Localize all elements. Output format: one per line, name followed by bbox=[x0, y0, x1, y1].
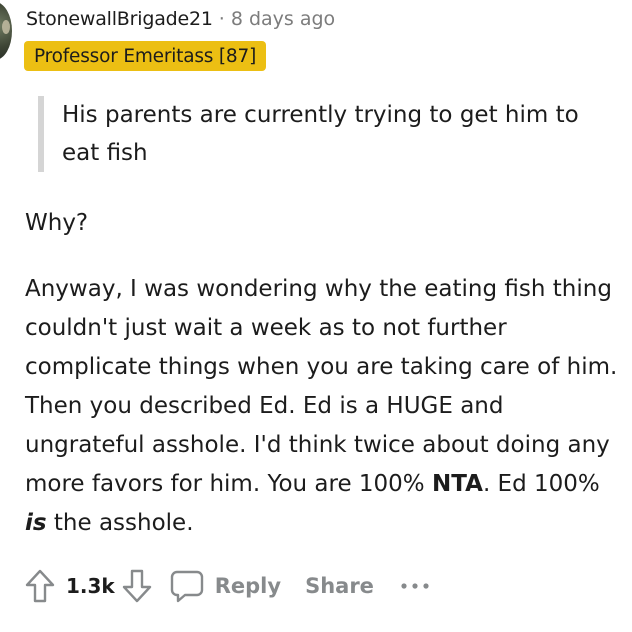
comment-timestamp[interactable]: 8 days ago bbox=[231, 8, 335, 30]
upvote-button[interactable] bbox=[22, 566, 58, 606]
reply-button[interactable]: Reply bbox=[169, 568, 281, 604]
author-username[interactable]: StonewallBrigade21 bbox=[26, 8, 213, 30]
comment-action-bar: 1.3k Reply Share bbox=[22, 564, 430, 608]
share-button[interactable]: Share bbox=[305, 574, 374, 598]
user-flair-badge: Professor Emeritass [87] bbox=[24, 41, 267, 71]
vote-score: 1.3k bbox=[66, 574, 115, 598]
reply-label: Reply bbox=[214, 574, 282, 598]
blockquote: His parents are currently trying to get … bbox=[38, 96, 618, 172]
paragraph-text: Anyway, I was wondering why the eating f… bbox=[25, 276, 618, 497]
paragraph-text: the asshole. bbox=[46, 510, 194, 536]
bold-verdict: NTA bbox=[431, 471, 483, 497]
comment-paragraph-1: Why? bbox=[25, 210, 89, 236]
quote-text: His parents are currently trying to get … bbox=[62, 102, 579, 166]
more-options-button[interactable] bbox=[400, 571, 430, 601]
comment-header: StonewallBrigade21 · 8 days ago bbox=[26, 6, 335, 32]
arrow-down-outline-icon bbox=[122, 569, 151, 603]
speech-bubble-icon bbox=[170, 570, 203, 603]
comment-paragraph-2: Anyway, I was wondering why the eating f… bbox=[25, 270, 623, 543]
user-avatar[interactable] bbox=[0, 2, 12, 60]
paragraph-text: . Ed 100% bbox=[482, 471, 600, 497]
arrow-up-outline-icon bbox=[25, 569, 55, 603]
ellipsis-icon bbox=[401, 583, 429, 589]
meta-separator: · bbox=[218, 8, 225, 30]
downvote-button[interactable] bbox=[119, 566, 155, 606]
bold-italic-emphasis: is bbox=[25, 510, 47, 536]
